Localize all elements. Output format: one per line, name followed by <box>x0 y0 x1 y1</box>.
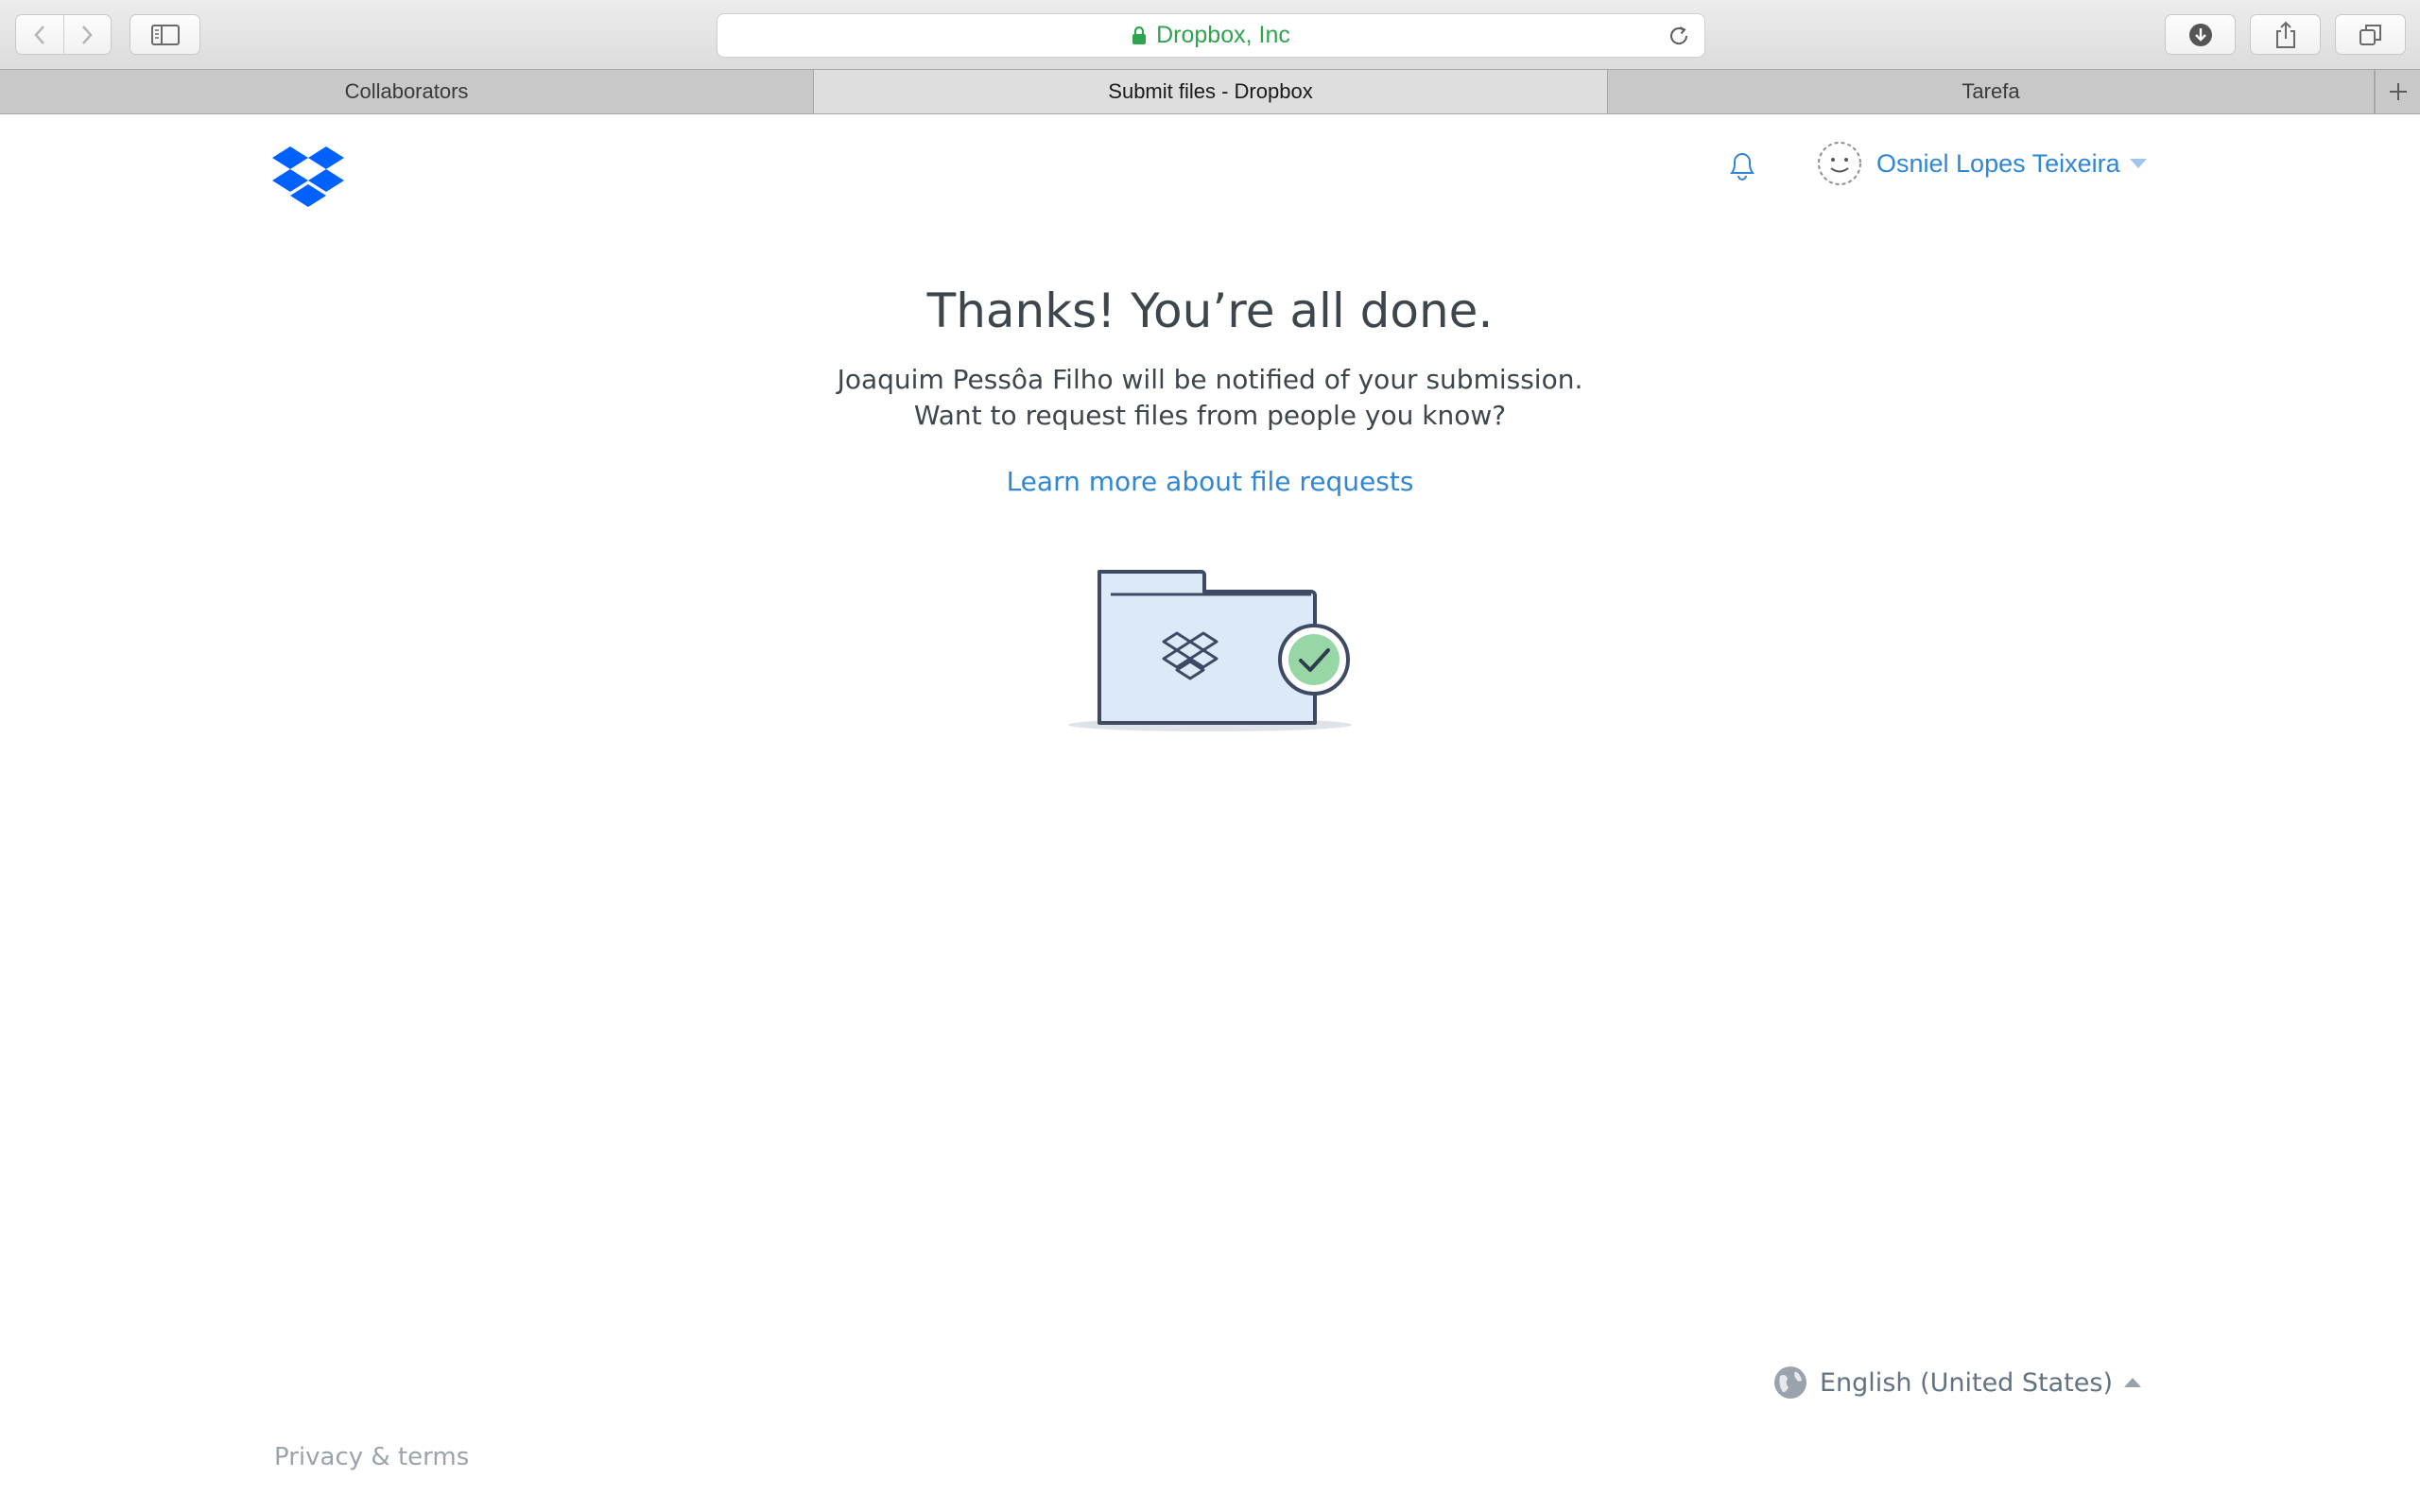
tab-label: Collaborators <box>344 79 469 103</box>
caret-up-icon <box>2123 1378 2141 1387</box>
user-name: Osniel Lopes Teixeira <box>1876 148 2120 178</box>
dropbox-logo[interactable] <box>272 145 344 214</box>
forward-button[interactable] <box>62 15 111 54</box>
download-icon <box>2188 23 2212 46</box>
account-menu[interactable]: Osniel Lopes Teixeira <box>1816 140 2147 187</box>
notifications-button[interactable] <box>1726 147 1758 186</box>
browser-toolbar: Dropbox, Inc <box>0 0 2420 69</box>
bell-icon <box>1730 153 1754 180</box>
folder-check-icon <box>1068 570 1352 731</box>
notification-message: Joaquim Pessôa Filho will be notified of… <box>837 364 1583 395</box>
tab-bar: Collaborators Submit files - Dropbox Tar… <box>0 69 2420 114</box>
tab-collaborators[interactable]: Collaborators <box>0 70 814 113</box>
sidebar-toggle-button[interactable] <box>130 14 200 55</box>
tab-submit-files[interactable]: Submit files - Dropbox <box>814 70 1608 113</box>
plus-icon <box>2389 83 2407 100</box>
avatar-icon <box>1818 142 1861 185</box>
tab-tarefa[interactable]: Tarefa <box>1608 70 2375 113</box>
share-button[interactable] <box>2250 14 2321 55</box>
tab-label: Submit files - Dropbox <box>1108 79 1313 103</box>
request-prompt: Want to request files from people you kn… <box>913 400 1507 431</box>
back-button[interactable] <box>16 15 63 54</box>
tab-label: Tarefa <box>1962 79 2020 103</box>
chevron-down-icon <box>2129 159 2147 168</box>
share-icon <box>2275 21 2295 48</box>
nav-buttons <box>15 14 112 55</box>
chevron-left-icon <box>34 25 44 44</box>
url-text: Dropbox, Inc <box>1156 22 1290 48</box>
globe-icon <box>1774 1366 1806 1399</box>
language-label: English (United States) <box>1820 1367 2113 1398</box>
privacy-terms-link[interactable]: Privacy & terms <box>274 1443 469 1471</box>
chevron-right-icon <box>82 25 94 44</box>
sidebar-icon <box>150 24 180 45</box>
new-tab-button[interactable] <box>2375 70 2420 113</box>
tabs-overview-icon <box>2359 24 2381 45</box>
folder-success-illustration <box>1063 558 1357 751</box>
show-tabs-button[interactable] <box>2335 14 2406 55</box>
reload-icon[interactable] <box>1667 24 1691 48</box>
language-selector[interactable]: English (United States) <box>1772 1365 2141 1400</box>
learn-more-link[interactable]: Learn more about file requests <box>0 466 2420 497</box>
dropbox-logo-icon <box>272 146 344 207</box>
lock-icon <box>1132 26 1147 44</box>
page-title: Thanks! You’re all done. <box>926 284 1494 338</box>
address-bar[interactable]: Dropbox, Inc <box>717 13 1705 58</box>
downloads-button[interactable] <box>2165 14 2236 55</box>
